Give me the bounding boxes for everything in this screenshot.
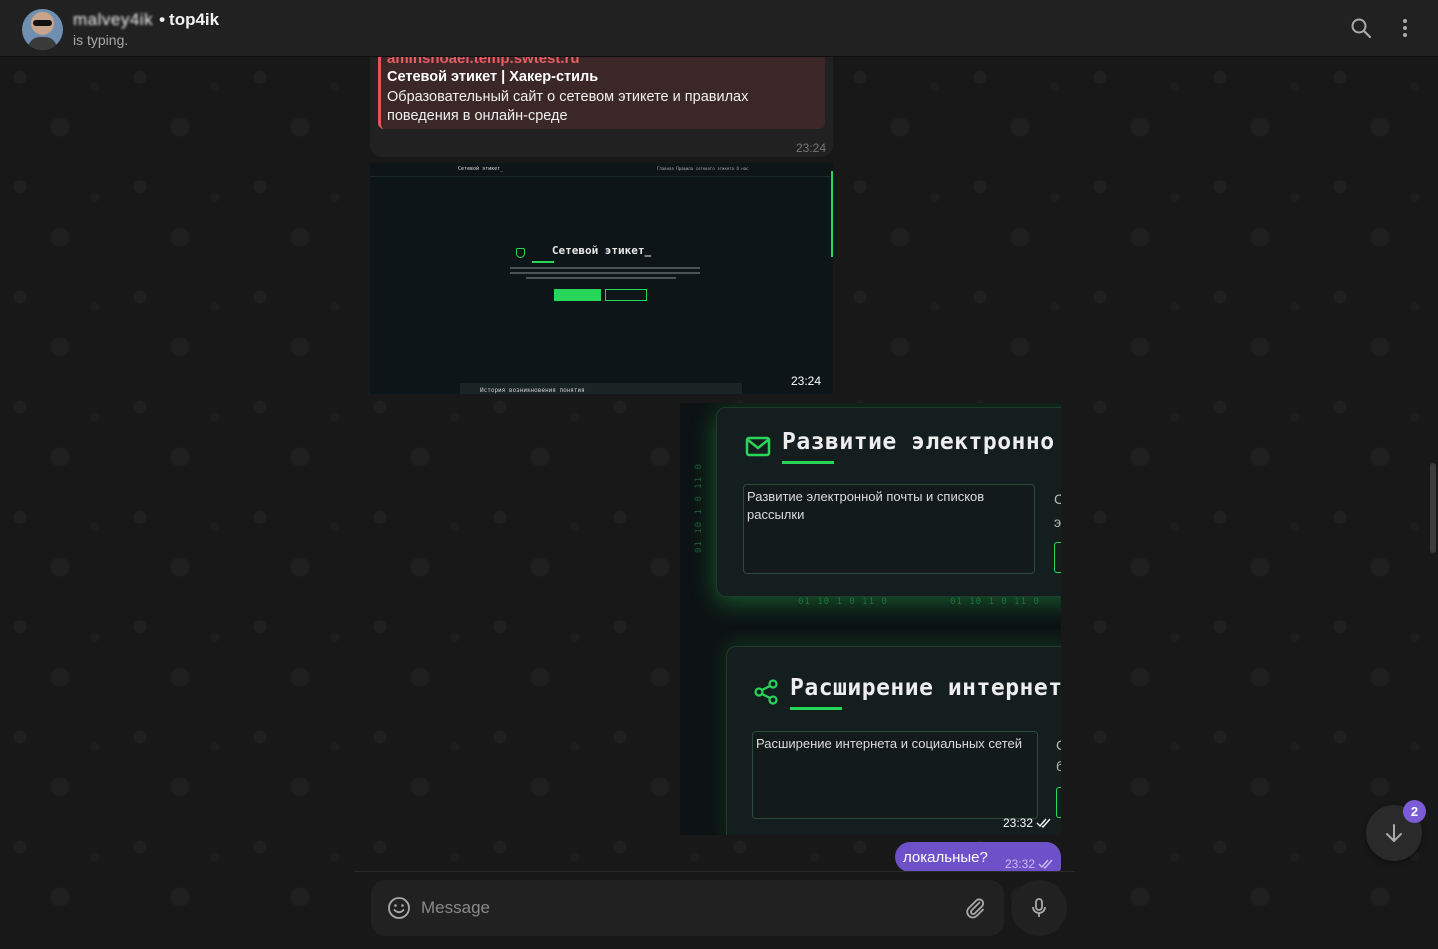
search-icon[interactable]	[1349, 16, 1373, 40]
message-input[interactable]	[421, 894, 941, 922]
screenshot-navbar: Сетевой этикет_ Главная Правила сетевого…	[370, 163, 833, 177]
card-side-button	[1056, 787, 1061, 818]
photo-time: 23:32	[1003, 816, 1034, 830]
arrow-down-icon	[1382, 821, 1406, 845]
chat-header[interactable]: malvey4ik • top4ik is typing.	[0, 0, 1438, 57]
photo-message[interactable]: 01 10 1 0 11 0 01 10 1 0 11 0 01 10 1 0 …	[680, 403, 1061, 835]
card-text-box: Развитие электронной почты и списков рас…	[743, 484, 1035, 574]
link-preview-site[interactable]: aminshoaei.temp.swtest.ru	[387, 57, 580, 67]
microphone-icon	[1027, 896, 1051, 920]
voice-record-button[interactable]	[1011, 880, 1067, 936]
card-underline	[790, 707, 842, 710]
card-underline	[782, 461, 834, 464]
card-side-button	[1054, 542, 1061, 573]
screenshot-hero-title: Сетевой этикет_	[551, 244, 652, 257]
card-side-text: С э	[1054, 491, 1061, 530]
unread-badge: 2	[1403, 800, 1426, 823]
message-composer[interactable]	[371, 880, 1004, 936]
double-check-icon	[1036, 817, 1052, 829]
card-side-text: С б	[1056, 737, 1061, 774]
chat-title-separator: •	[159, 10, 166, 29]
matrix-decoration: 01 10 1 0 11 0	[694, 463, 704, 553]
screenshot-side-accent	[831, 171, 833, 257]
screenshot-underline	[532, 261, 554, 263]
message-bubble-outgoing[interactable]: локальные? 23:32	[895, 842, 1061, 872]
screenshot-secondary-button	[605, 289, 647, 301]
photo-time: 23:24	[791, 374, 822, 388]
chat-title-obscured: malvey4ik	[73, 10, 154, 29]
screenshot-card: Развитие электронно Развитие электронной…	[716, 407, 1061, 597]
screenshot-logo: Сетевой этикет_	[458, 166, 504, 172]
typing-status: is typing.	[73, 32, 129, 48]
screenshot-primary-button	[554, 289, 601, 301]
emoji-icon[interactable]	[387, 896, 411, 920]
matrix-decoration: 01 10 1 0 11 0	[950, 597, 1040, 607]
avatar-glasses	[33, 20, 52, 26]
link-preview[interactable]: aminshoaei.temp.swtest.ru Сетевой этикет…	[378, 57, 825, 129]
screenshot-card: Расширение интернет Расширение интернета…	[726, 646, 1061, 835]
mail-icon	[745, 436, 771, 458]
chat-title[interactable]: malvey4ik • top4ik	[73, 10, 219, 30]
chat-title-name: top4ik	[169, 10, 220, 29]
screenshot-subtitle-lines	[510, 267, 700, 269]
card-title: Развитие электронно	[782, 429, 1055, 455]
more-vertical-icon[interactable]	[1393, 16, 1417, 40]
composer-divider	[355, 871, 1075, 872]
message-text: локальные?	[903, 849, 988, 866]
avatar[interactable]	[22, 9, 63, 50]
avatar-shirt	[28, 37, 57, 50]
double-check-icon	[1038, 858, 1054, 870]
link-preview-title: Сетевой этикет | Хакер-стиль	[387, 69, 599, 85]
message-bubble-link[interactable]: aminshoaei.temp.swtest.ru Сетевой этикет…	[370, 57, 833, 157]
share-icon	[753, 679, 779, 705]
screenshot-nav-links: Главная Правила сетевого этикета О нас	[657, 166, 749, 171]
photo-message[interactable]: Сетевой этикет_ Главная Правила сетевого…	[370, 163, 833, 394]
message-time: 23:32	[1005, 857, 1036, 871]
message-time: 23:24	[796, 141, 827, 155]
attach-icon[interactable]	[963, 896, 987, 920]
screenshot-subtitle-lines	[526, 277, 676, 279]
screenshot-bottom-heading: История возникновения понятия	[480, 387, 585, 394]
card-title: Расширение интернет	[790, 675, 1061, 701]
link-preview-description: Образовательный сайт о сетевом этикете и…	[387, 89, 749, 124]
card-text-box: Расширение интернета и социальных сетей	[752, 731, 1038, 819]
matrix-decoration: 01 10 1 0 11 0	[798, 597, 888, 607]
scrollbar[interactable]	[1430, 463, 1436, 553]
